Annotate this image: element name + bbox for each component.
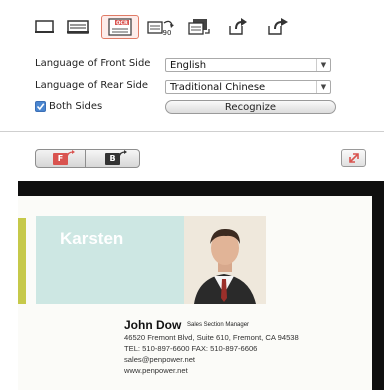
back-side-button[interactable]: B: [85, 149, 140, 168]
ocr-icon[interactable]: OCR: [101, 15, 139, 39]
rear-language-label: Language of Rear Side: [35, 80, 149, 91]
front-side-button[interactable]: F: [35, 149, 86, 168]
scan-frame-icon[interactable]: [64, 17, 94, 37]
both-sides-label: Both Sides: [49, 101, 103, 112]
rotate-arrow-icon: [118, 150, 127, 158]
expand-icon: [349, 153, 359, 163]
rear-language-value: Traditional Chinese: [170, 82, 266, 93]
rotate-card-icon[interactable]: [184, 17, 214, 37]
section-divider: [0, 131, 384, 132]
card-accent-stripe: [18, 218, 26, 304]
rotate-left-icon[interactable]: [223, 17, 253, 37]
chevron-down-icon: ▼: [316, 81, 330, 93]
card-contact-name: John Dow: [124, 318, 182, 332]
expand-button[interactable]: [341, 149, 366, 167]
rotate-90-icon[interactable]: 90: [146, 17, 176, 37]
front-language-select[interactable]: English ▼: [165, 58, 331, 72]
card-address: 46520 Fremont Blvd, Suite 610, Fremont, …: [124, 333, 299, 342]
ocr-label: OCR: [116, 21, 128, 27]
front-language-label: Language of Front Side: [35, 58, 151, 69]
front-language-value: English: [170, 60, 207, 71]
rear-language-select[interactable]: Traditional Chinese ▼: [165, 80, 331, 94]
card-contact-title: Sales Section Manager: [187, 322, 250, 328]
card-phone-fax: TEL: 510-897-6600 FAX: 510-897-6606: [124, 344, 258, 353]
chevron-down-icon: ▼: [316, 59, 330, 71]
rotate-90-label: 90: [163, 29, 172, 37]
card-email: sales@penpower.net: [124, 355, 196, 364]
rotate-right-icon[interactable]: [262, 17, 292, 37]
frame-icon[interactable]: [30, 17, 60, 37]
rotate-arrow-icon: [66, 150, 75, 158]
card-portrait-photo: [184, 216, 266, 304]
card-website: www.penpower.net: [124, 366, 188, 375]
both-sides-checkbox[interactable]: [35, 101, 46, 112]
card-first-name: Karsten: [60, 229, 124, 248]
recognize-button[interactable]: Recognize: [165, 100, 336, 114]
